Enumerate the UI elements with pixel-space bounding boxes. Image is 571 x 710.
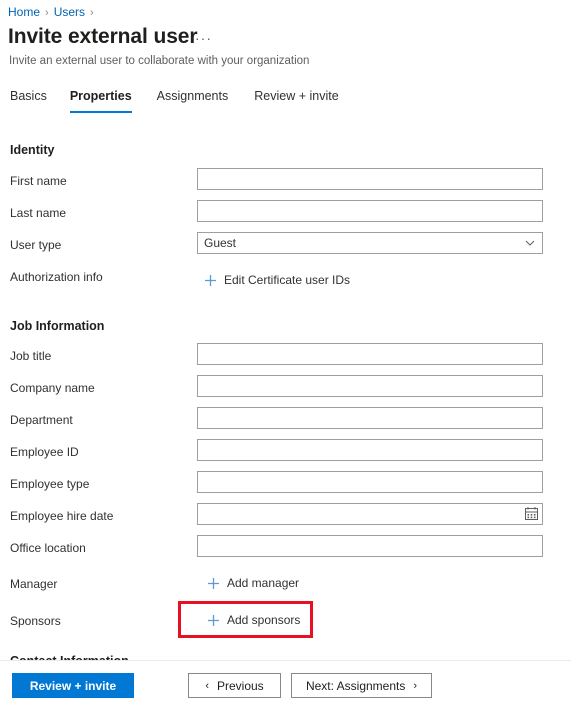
label-employee-hire-date: Employee hire date xyxy=(10,509,114,523)
tab-properties[interactable]: Properties xyxy=(69,88,132,113)
breadcrumb-item-home[interactable]: Home xyxy=(8,5,40,19)
add-sponsors-label: Add sponsors xyxy=(227,613,301,627)
breadcrumb-separator-icon: › xyxy=(90,7,94,19)
company-name-input[interactable] xyxy=(197,375,543,397)
office-location-input[interactable] xyxy=(197,535,543,557)
tab-bar: Basics Properties Assignments Review + i… xyxy=(0,88,571,116)
employee-hire-date-input[interactable] xyxy=(197,503,543,525)
section-heading-job-information: Job Information xyxy=(10,319,105,333)
add-manager-label: Add manager xyxy=(227,576,300,590)
label-first-name: First name xyxy=(10,174,67,188)
previous-label: Previous xyxy=(216,678,264,693)
label-manager: Manager xyxy=(10,577,58,591)
tab-basics-label: Basics xyxy=(10,89,47,103)
tab-assignments[interactable]: Assignments xyxy=(157,88,229,113)
previous-button[interactable]: ‹ Previous xyxy=(188,673,281,698)
breadcrumb-separator-icon: › xyxy=(45,7,49,19)
chevron-right-icon: › xyxy=(413,679,418,692)
label-employee-type: Employee type xyxy=(10,477,90,491)
edit-certificate-user-ids-label: Edit Certificate user IDs xyxy=(224,273,351,287)
page-title: Invite external user xyxy=(8,25,198,48)
first-name-input[interactable] xyxy=(197,168,543,190)
plus-icon xyxy=(208,577,219,589)
label-sponsors: Sponsors xyxy=(10,614,61,628)
plus-icon xyxy=(208,614,219,626)
tab-basics[interactable]: Basics xyxy=(10,88,47,113)
user-type-select[interactable] xyxy=(197,232,543,254)
tab-assignments-label: Assignments xyxy=(156,89,229,103)
page-subtitle: Invite an external user to collaborate w… xyxy=(9,55,310,67)
user-type-value[interactable] xyxy=(197,232,543,254)
plus-icon xyxy=(205,274,216,286)
tab-review-invite-label: Review + invite xyxy=(254,89,339,103)
label-department: Department xyxy=(10,413,73,427)
review-invite-button[interactable]: Review + invite xyxy=(12,673,134,698)
tab-properties-label: Properties xyxy=(69,89,132,103)
chevron-left-icon: ‹ xyxy=(205,679,209,692)
label-office-location: Office location xyxy=(10,541,86,555)
label-employee-id: Employee ID xyxy=(10,445,79,459)
label-user-type: User type xyxy=(10,238,62,252)
next-assignments-button[interactable]: Next: Assignments › xyxy=(291,673,432,698)
add-sponsors-button[interactable]: Add sponsors xyxy=(207,611,300,629)
label-job-title: Job title xyxy=(10,349,52,363)
breadcrumb: Home › Users › xyxy=(8,4,99,21)
department-input[interactable] xyxy=(197,407,543,429)
last-name-input[interactable] xyxy=(197,200,543,222)
label-last-name: Last name xyxy=(10,206,67,220)
edit-certificate-user-ids-link[interactable]: Edit Certificate user IDs xyxy=(204,271,350,289)
employee-id-input[interactable] xyxy=(197,439,543,461)
employee-hire-date-field[interactable] xyxy=(197,503,543,525)
job-title-input[interactable] xyxy=(197,343,543,365)
review-invite-label: Review + invite xyxy=(29,678,117,693)
next-assignments-label: Next: Assignments xyxy=(305,678,406,693)
footer-bar: Review + invite ‹ Previous Next: Assignm… xyxy=(0,660,571,710)
more-options-icon[interactable]: ··· xyxy=(195,28,212,48)
section-heading-identity: Identity xyxy=(10,143,55,157)
breadcrumb-item-users[interactable]: Users xyxy=(54,5,85,19)
label-authorization-info: Authorization info xyxy=(10,270,103,284)
form-scroll-area[interactable]: Identity First name Last name User type … xyxy=(0,126,571,661)
tab-review-invite[interactable]: Review + invite xyxy=(254,88,338,113)
add-manager-button[interactable]: Add manager xyxy=(207,574,299,592)
label-company-name: Company name xyxy=(10,381,95,395)
employee-type-input[interactable] xyxy=(197,471,543,493)
